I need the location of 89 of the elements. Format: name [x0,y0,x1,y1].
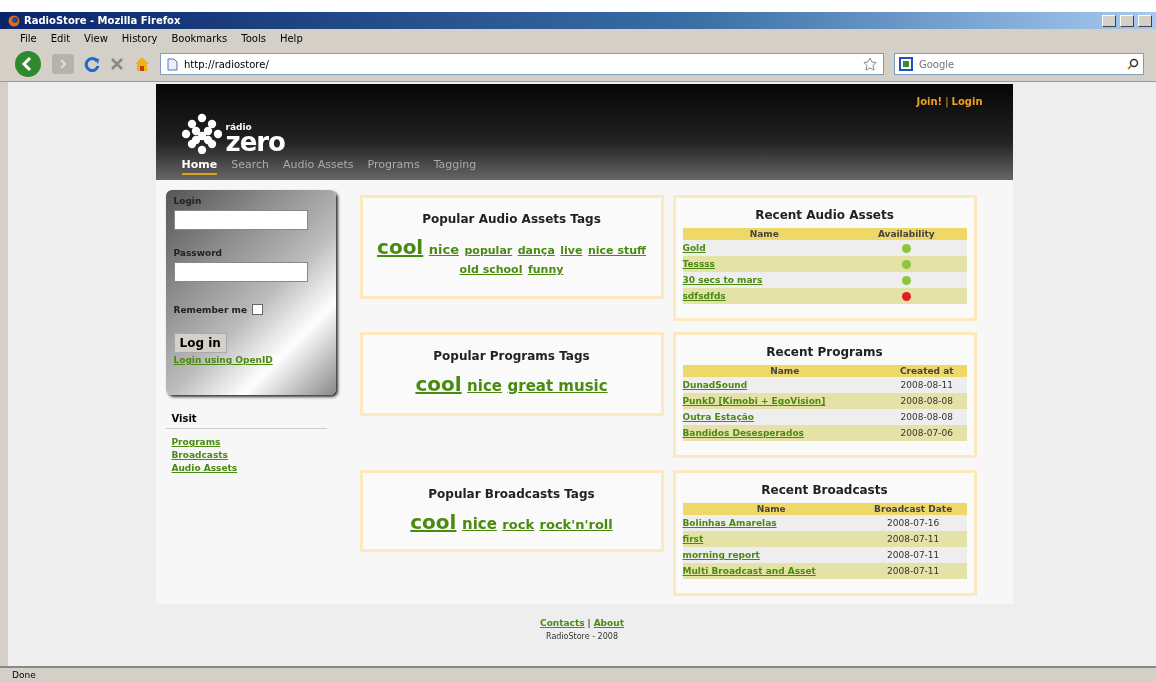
date-text: 2008-07-11 [887,566,940,576]
tag-link[interactable]: old school [459,263,523,276]
tag-link[interactable]: popular [464,244,513,257]
nav-tab[interactable]: Programs [367,158,420,175]
column-header: Availability [846,228,967,240]
card-title: Recent Broadcasts [760,482,889,499]
search-field[interactable]: Google [919,58,1123,70]
field-label: Password [173,248,224,258]
address-bar[interactable]: http://radiostore/ [160,53,884,75]
column-header: Name [682,365,887,377]
nav-tab[interactable]: Audio Assets [283,158,354,175]
tag-link[interactable]: live [560,244,583,257]
openid-link[interactable]: Login using OpenID [173,355,328,365]
menu-item[interactable]: History [121,32,158,44]
contacts-link[interactable]: Contacts [540,618,585,628]
column-header: Name [682,228,847,240]
restore-button[interactable] [1120,14,1134,27]
tag-link[interactable]: rock [502,517,535,532]
date-text: 2008-08-08 [900,396,953,406]
tag-link[interactable]: nice [461,515,497,533]
menu-item[interactable]: Bookmarks [171,32,228,44]
tag-link[interactable]: cool [410,510,457,534]
tag-link[interactable]: great music [507,377,608,395]
sidebar-link[interactable]: Audio Assets [171,463,238,473]
sidebar-link[interactable]: Programs [171,437,221,447]
column-header: Broadcast Date [859,503,967,515]
date-text: 2008-07-11 [887,534,940,544]
card-title: Recent Programs [765,344,884,361]
window-title: RadioStore - Mozilla Firefox [24,15,182,26]
menu-item[interactable]: Edit [50,32,71,44]
tag-link[interactable]: nice [467,377,502,395]
menu-item[interactable]: Tools [241,32,266,44]
remember-checkbox[interactable] [252,304,263,315]
password-field[interactable] [173,262,308,282]
join-link[interactable]: Join! [916,96,943,107]
minimize-button[interactable] [1102,14,1116,27]
logo-text: zero [225,130,285,154]
column-header: Name [682,503,860,515]
login-button[interactable]: Log in [173,333,227,353]
nav-tab[interactable]: Home [181,158,218,175]
address-field[interactable]: http://radiostore/ [184,58,857,70]
logo-caption: rádio [225,122,253,131]
nav-tab[interactable]: Tagging [433,158,477,175]
tag-link[interactable]: cool [415,372,462,396]
date-text: 2008-07-11 [887,550,940,560]
search-bar[interactable]: Google [894,53,1144,75]
date-text: 2008-08-11 [900,380,953,390]
menu-item[interactable]: Help [279,32,303,44]
about-link[interactable]: About [593,618,624,628]
page-icon [167,57,178,71]
column-header: Created at [886,365,967,377]
stop-icon[interactable] [110,57,124,71]
date-text: 2008-08-08 [900,412,953,422]
logo-icon [181,112,222,154]
status-text: Done [0,666,1156,682]
tag-link[interactable]: funny [527,263,564,276]
separator-text: | [945,96,949,107]
home-icon[interactable] [134,56,150,72]
card-title: Popular Broadcasts Tags [427,486,596,503]
menu-item[interactable]: View [84,32,108,44]
separator-text: | [587,618,591,628]
star-icon[interactable] [863,57,877,71]
section-heading: Visit [165,409,327,429]
sidebar-link[interactable]: Broadcasts [171,450,228,460]
back-icon[interactable] [14,50,42,78]
card-title: Popular Audio Assets Tags [421,211,602,228]
card-title: Recent Audio Assets [754,207,895,224]
login-link[interactable]: Login [951,96,983,107]
item-link[interactable]: first [682,534,704,544]
item-link[interactable]: Tessss [682,259,715,269]
tag-link[interactable]: dança [517,244,555,257]
field-label: Login [173,196,203,206]
date-text: 2008-07-16 [887,518,940,528]
checkbox-label: Remember me [173,304,247,315]
item-link[interactable]: sdfsdfds [682,291,726,301]
close-button[interactable] [1138,14,1152,27]
tag-link[interactable]: rock'n'roll [539,517,613,532]
reload-icon[interactable] [84,56,100,72]
tag-link[interactable]: cool [377,235,424,259]
copyright-text: RadioStore - 2008 [546,632,618,641]
menu-item[interactable]: File [20,32,37,44]
tag-link[interactable]: nice [428,242,459,257]
card-title: Popular Programs Tags [432,348,591,365]
date-text: 2008-07-06 [900,428,953,438]
nav-tab[interactable]: Search [231,158,269,175]
search-icon[interactable] [1127,58,1139,70]
login-field[interactable] [173,210,308,230]
item-link[interactable]: Gold [682,243,706,253]
tag-link[interactable]: nice stuff [588,244,646,257]
